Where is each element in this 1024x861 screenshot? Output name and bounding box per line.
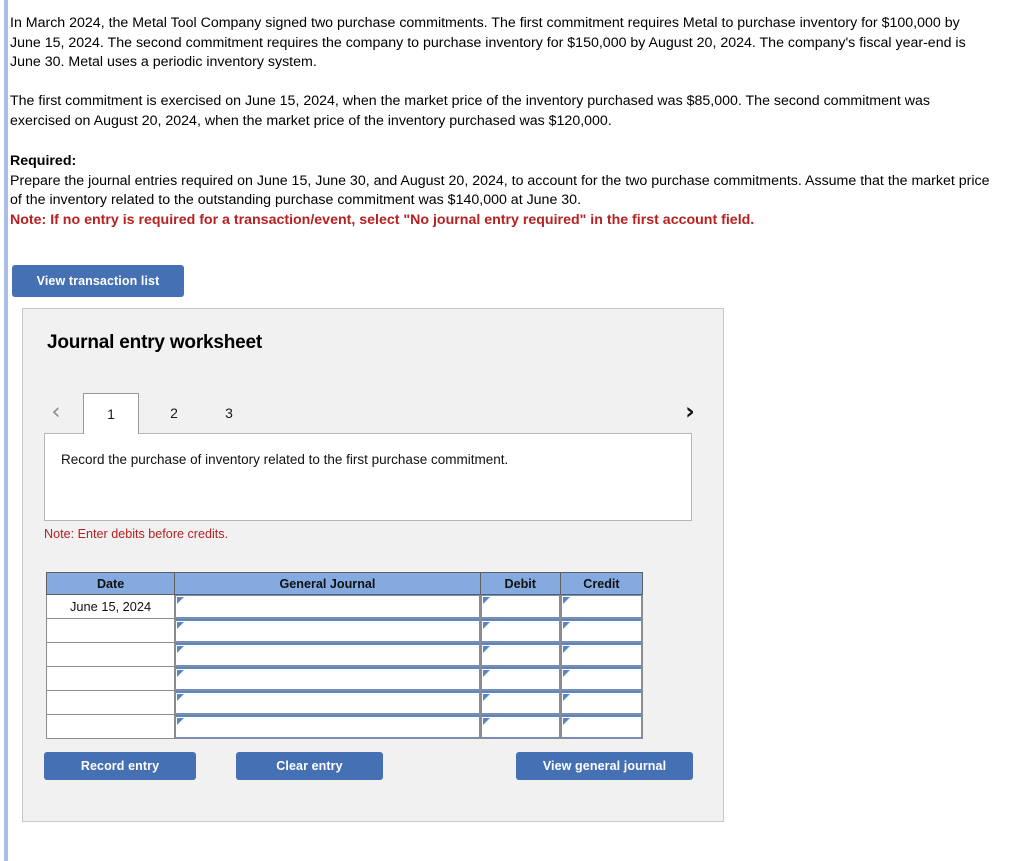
journal-entry-worksheet-panel: Journal entry worksheet ‹ 1 2 3 › Record… bbox=[22, 308, 724, 822]
problem-paragraph-2: The first commitment is exercised on Jun… bbox=[10, 93, 931, 129]
table-row: June 15, 2024 bbox=[45, 594, 644, 619]
required-note: Note: If no entry is required for a tran… bbox=[10, 211, 755, 228]
account-input[interactable] bbox=[175, 715, 480, 738]
column-header-general-journal: General Journal bbox=[174, 572, 481, 595]
cell-credit[interactable] bbox=[559, 690, 644, 715]
credit-input[interactable] bbox=[560, 691, 642, 714]
credit-input[interactable] bbox=[560, 667, 642, 690]
cell-date bbox=[45, 714, 176, 739]
debit-input[interactable] bbox=[480, 595, 560, 618]
cell-credit[interactable] bbox=[559, 594, 644, 619]
cell-date: June 15, 2024 bbox=[45, 594, 176, 619]
table-header-row: Date General Journal Debit Credit bbox=[45, 572, 644, 595]
credit-input[interactable] bbox=[560, 619, 642, 642]
debit-input[interactable] bbox=[480, 715, 560, 738]
column-header-credit: Credit bbox=[559, 572, 644, 595]
table-row bbox=[45, 690, 644, 715]
table-row bbox=[45, 714, 644, 739]
cell-general-journal[interactable] bbox=[174, 642, 481, 667]
debit-input[interactable] bbox=[480, 667, 560, 690]
table-row bbox=[45, 666, 644, 691]
cell-credit[interactable] bbox=[559, 642, 644, 667]
account-input[interactable] bbox=[175, 667, 480, 690]
cell-date bbox=[45, 618, 176, 643]
cell-debit[interactable] bbox=[479, 594, 561, 619]
cell-credit[interactable] bbox=[559, 618, 644, 643]
cell-debit[interactable] bbox=[479, 690, 561, 715]
worksheet-tab-bar: ‹ 1 2 3 › bbox=[43, 393, 703, 435]
worksheet-title: Journal entry worksheet bbox=[47, 332, 263, 353]
credit-input[interactable] bbox=[560, 595, 642, 618]
record-entry-button[interactable]: Record entry bbox=[44, 752, 196, 780]
cell-debit[interactable] bbox=[479, 618, 561, 643]
clear-entry-button[interactable]: Clear entry bbox=[236, 752, 383, 780]
cell-credit[interactable] bbox=[559, 714, 644, 739]
credit-input[interactable] bbox=[560, 715, 642, 738]
cell-credit[interactable] bbox=[559, 666, 644, 691]
required-line-1: Prepare the journal entries required on … bbox=[10, 172, 802, 189]
account-input[interactable] bbox=[175, 691, 480, 714]
account-input[interactable] bbox=[175, 619, 480, 642]
exercise-page: In March 2024, the Metal Tool Company si… bbox=[0, 0, 1024, 861]
cell-general-journal[interactable] bbox=[174, 714, 481, 739]
journal-entry-table: Date General Journal Debit Credit June 1… bbox=[45, 572, 644, 739]
tab-prev-chevron-icon[interactable]: ‹ bbox=[43, 396, 69, 428]
view-transaction-list-button[interactable]: View transaction list bbox=[12, 265, 184, 297]
required-label: Required: bbox=[10, 153, 77, 169]
view-general-journal-button[interactable]: View general journal bbox=[516, 752, 693, 780]
cell-debit[interactable] bbox=[479, 714, 561, 739]
instruction-box: Record the purchase of inventory related… bbox=[44, 433, 692, 521]
debit-input[interactable] bbox=[480, 643, 560, 666]
required-block: Required: Prepare the journal entries re… bbox=[10, 152, 990, 230]
table-row bbox=[45, 642, 644, 667]
cell-date bbox=[45, 642, 176, 667]
table-row bbox=[45, 618, 644, 643]
cell-debit[interactable] bbox=[479, 642, 561, 667]
worksheet-tab-2[interactable]: 2 bbox=[146, 393, 202, 434]
debits-before-credits-note: Note: Enter debits before credits. bbox=[44, 527, 229, 541]
tab-next-chevron-icon[interactable]: › bbox=[677, 396, 703, 428]
problem-paragraph-1: In March 2024, the Metal Tool Company si… bbox=[10, 15, 966, 70]
cell-general-journal[interactable] bbox=[174, 594, 481, 619]
debit-input[interactable] bbox=[480, 619, 560, 642]
account-input[interactable] bbox=[175, 643, 480, 666]
account-input[interactable] bbox=[175, 595, 480, 618]
debit-input[interactable] bbox=[480, 691, 560, 714]
column-header-date: Date bbox=[45, 572, 176, 595]
cell-date bbox=[45, 690, 176, 715]
credit-input[interactable] bbox=[560, 643, 642, 666]
cell-general-journal[interactable] bbox=[174, 690, 481, 715]
worksheet-tab-1[interactable]: 1 bbox=[83, 393, 139, 434]
cell-general-journal[interactable] bbox=[174, 618, 481, 643]
cell-debit[interactable] bbox=[479, 666, 561, 691]
instruction-text: Record the purchase of inventory related… bbox=[61, 452, 509, 467]
worksheet-tab-3[interactable]: 3 bbox=[201, 393, 257, 434]
cell-general-journal[interactable] bbox=[174, 666, 481, 691]
cell-date bbox=[45, 666, 176, 691]
column-header-debit: Debit bbox=[479, 572, 561, 595]
